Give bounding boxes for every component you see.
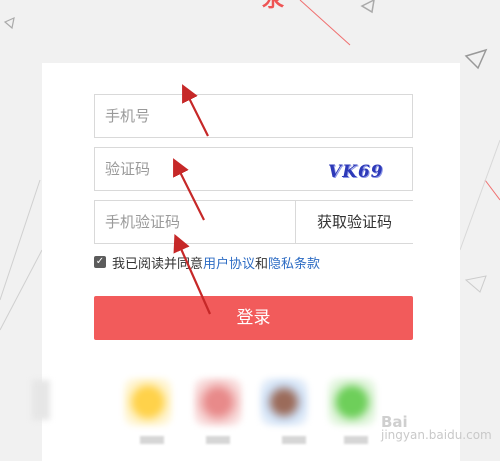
privacy-link[interactable]: 隐私条款 — [268, 253, 320, 272]
blue-app-icon[interactable] — [260, 378, 308, 426]
blurred-edge-element — [32, 380, 50, 420]
red-app-icon[interactable] — [194, 378, 242, 426]
watermark: Bai jingyan.baidu.com — [381, 415, 493, 456]
agree-checkbox[interactable]: ✓ — [94, 256, 106, 268]
social-label — [140, 436, 164, 444]
phone-number-input[interactable] — [95, 95, 412, 137]
agreement-row: ✓ 我已阅读并同意 用户协议 和 隐私条款 — [94, 253, 320, 272]
get-code-button[interactable]: 获取验证码 — [295, 201, 413, 243]
agreement-conjunction: 和 — [255, 256, 269, 272]
yellow-app-icon[interactable] — [124, 378, 172, 426]
page-title-fragment: 汞 — [262, 0, 284, 12]
social-label — [206, 436, 230, 444]
sms-code-input[interactable] — [95, 201, 295, 243]
social-label — [282, 436, 306, 444]
social-label — [344, 436, 368, 444]
terms-link[interactable]: 用户协议 — [203, 253, 255, 272]
watermark-url: jingyan.baidu.com — [381, 428, 492, 442]
login-button[interactable]: 登录 — [94, 296, 413, 340]
captcha-input[interactable] — [95, 148, 305, 190]
phone-number-field[interactable] — [94, 94, 413, 138]
green-app-icon[interactable] — [328, 378, 376, 426]
captcha-image[interactable]: VK69 — [328, 159, 383, 185]
agreement-text: 我已阅读并同意 — [112, 256, 204, 272]
